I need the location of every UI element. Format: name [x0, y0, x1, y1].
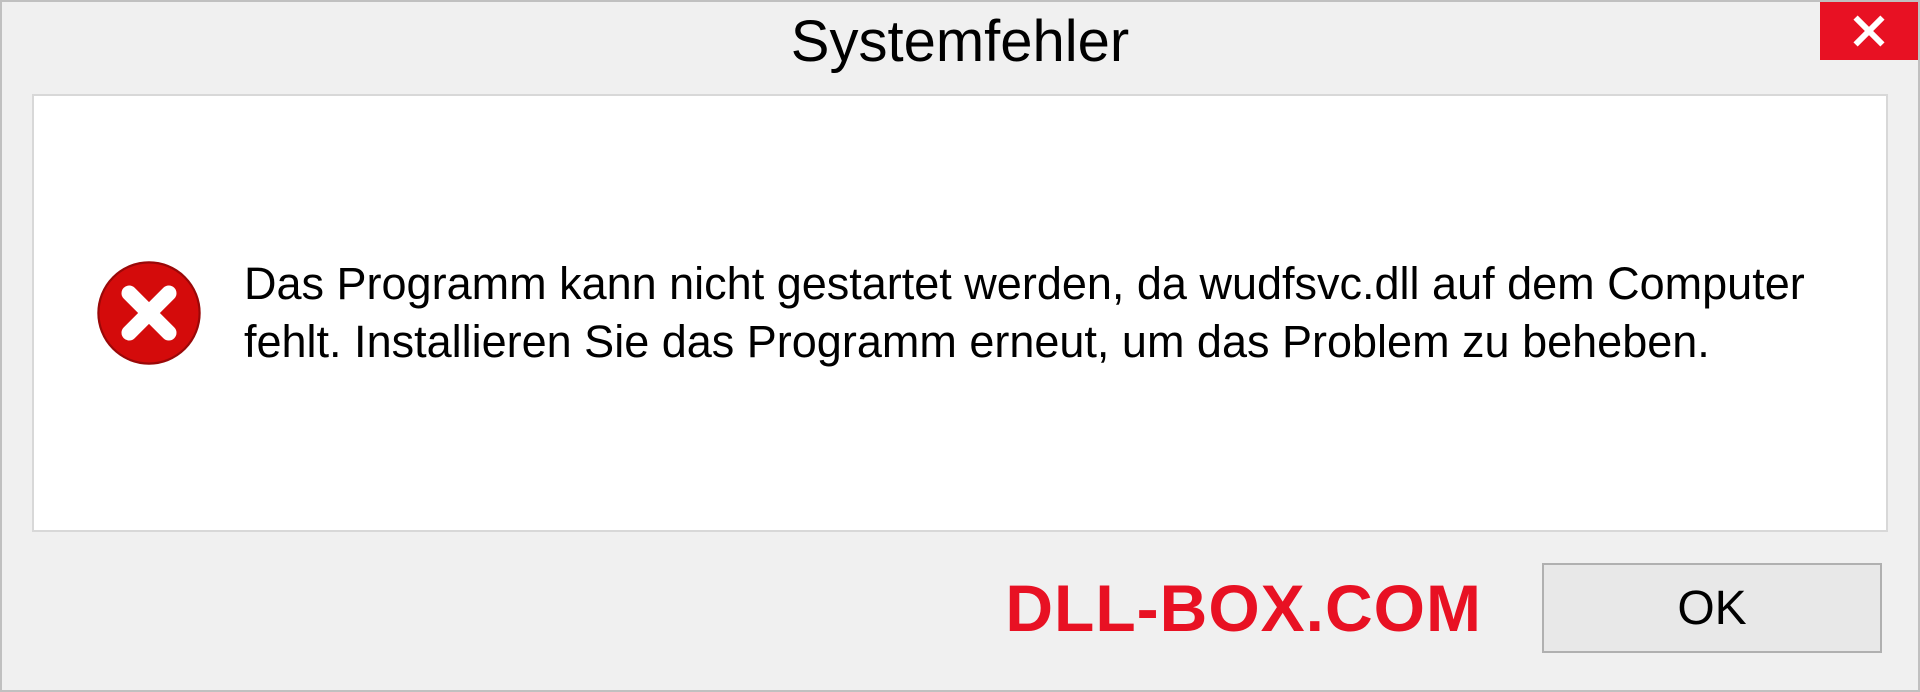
error-icon: [94, 258, 204, 368]
close-icon: [1852, 14, 1886, 48]
watermark-text: DLL-BOX.COM: [1005, 570, 1482, 646]
bottom-bar: DLL-BOX.COM OK: [2, 550, 1918, 690]
content-panel: Das Programm kann nicht gestartet werden…: [32, 94, 1888, 532]
dialog-title: Systemfehler: [791, 8, 1129, 75]
error-dialog: Systemfehler Das Programm kann nicht ges…: [0, 0, 1920, 692]
ok-button[interactable]: OK: [1542, 563, 1882, 653]
close-button[interactable]: [1820, 2, 1918, 60]
titlebar: Systemfehler: [2, 2, 1918, 94]
error-message: Das Programm kann nicht gestartet werden…: [244, 255, 1826, 372]
